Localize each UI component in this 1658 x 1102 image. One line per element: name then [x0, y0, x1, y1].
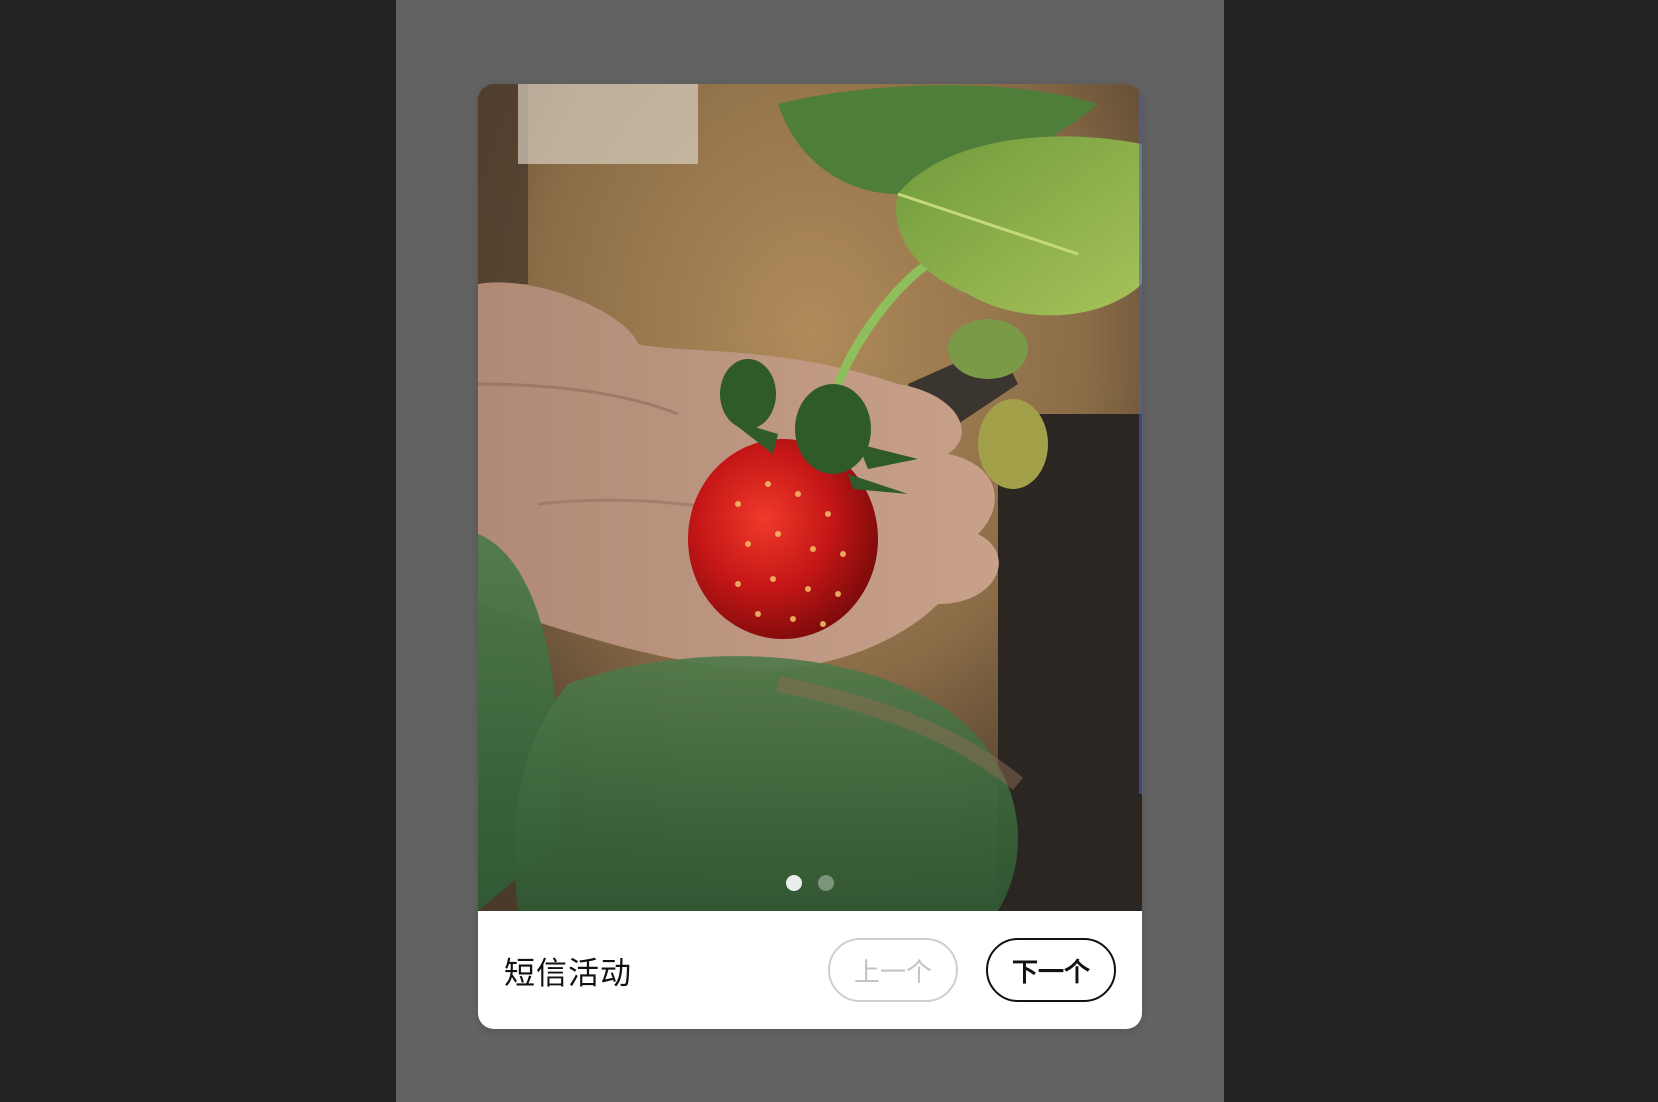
- carousel-dialog: 短信活动 上一个 下一个: [478, 84, 1142, 1029]
- previous-button[interactable]: 上一个: [828, 938, 958, 1002]
- carousel-pagination: [478, 875, 1142, 891]
- backdrop-right: [1224, 0, 1658, 1102]
- pagination-dot-1[interactable]: [786, 875, 802, 891]
- screen: 短信活动 上一个 下一个: [0, 0, 1658, 1102]
- strawberry-photo: [478, 84, 1142, 911]
- dialog-footer: 短信活动 上一个 下一个: [478, 911, 1142, 1029]
- next-button[interactable]: 下一个: [986, 938, 1116, 1002]
- carousel-image[interactable]: [478, 84, 1142, 911]
- pagination-dot-2[interactable]: [818, 875, 834, 891]
- dialog-title: 短信活动: [504, 955, 632, 992]
- backdrop-left: [0, 0, 396, 1102]
